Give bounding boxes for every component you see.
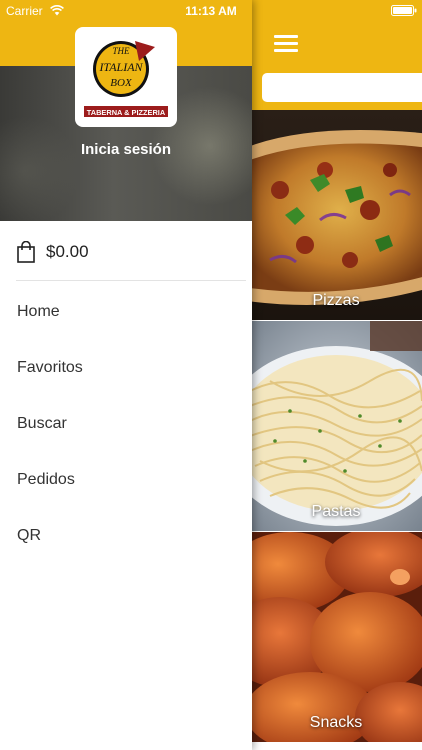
- logo-line-2: ITALIAN: [98, 60, 143, 74]
- divider: [16, 280, 246, 281]
- logo-banner: TABERNA & PIZZERIA: [87, 108, 166, 117]
- category-pizzas[interactable]: Pizzas: [250, 110, 422, 320]
- search-input[interactable]: [262, 73, 422, 102]
- category-label: Snacks: [309, 714, 363, 731]
- restaurant-logo: THE ITALIAN BOX TABERNA & PIZZERIA: [75, 27, 177, 127]
- menu-item-buscar[interactable]: Buscar: [0, 395, 250, 451]
- menu-item-label: Buscar: [17, 415, 67, 432]
- cart-total: $0.00: [46, 242, 89, 261]
- logo-line-1: THE: [112, 46, 130, 56]
- menu-item-home[interactable]: Home: [0, 283, 250, 339]
- battery-icon: [391, 5, 417, 16]
- logo-line-3: BOX: [110, 77, 133, 89]
- menu-item-label: Pedidos: [17, 471, 75, 488]
- menu-item-favoritos[interactable]: Favoritos: [0, 339, 250, 395]
- cart-summary[interactable]: $0.00: [0, 222, 250, 280]
- clock: 11:13 AM: [185, 4, 237, 18]
- menu-item-label: QR: [17, 527, 41, 544]
- menu-item-label: Home: [17, 303, 60, 320]
- menu-item-pedidos[interactable]: Pedidos: [0, 451, 250, 507]
- hamburger-icon[interactable]: [274, 35, 298, 53]
- menu-item-qr[interactable]: QR: [0, 507, 250, 563]
- login-link[interactable]: Inicia sesión: [0, 141, 252, 158]
- category-pastas[interactable]: Pastas: [250, 321, 422, 531]
- side-drawer: THE ITALIAN BOX TABERNA & PIZZERIA Inici…: [0, 0, 252, 750]
- menu-item-label: Favoritos: [17, 359, 83, 376]
- shopping-bag-icon: [17, 241, 35, 263]
- category-label: Pastas: [311, 503, 361, 520]
- wings-image: [250, 532, 422, 742]
- pasta-image: [250, 321, 422, 531]
- category-label: Pizzas: [312, 292, 360, 309]
- main-content: Pizzas Pastas Snacks: [250, 0, 422, 750]
- category-snacks[interactable]: Snacks: [250, 532, 422, 742]
- status-bar: Carrier 11:13 AM: [0, 0, 422, 22]
- pizza-image: [250, 110, 422, 320]
